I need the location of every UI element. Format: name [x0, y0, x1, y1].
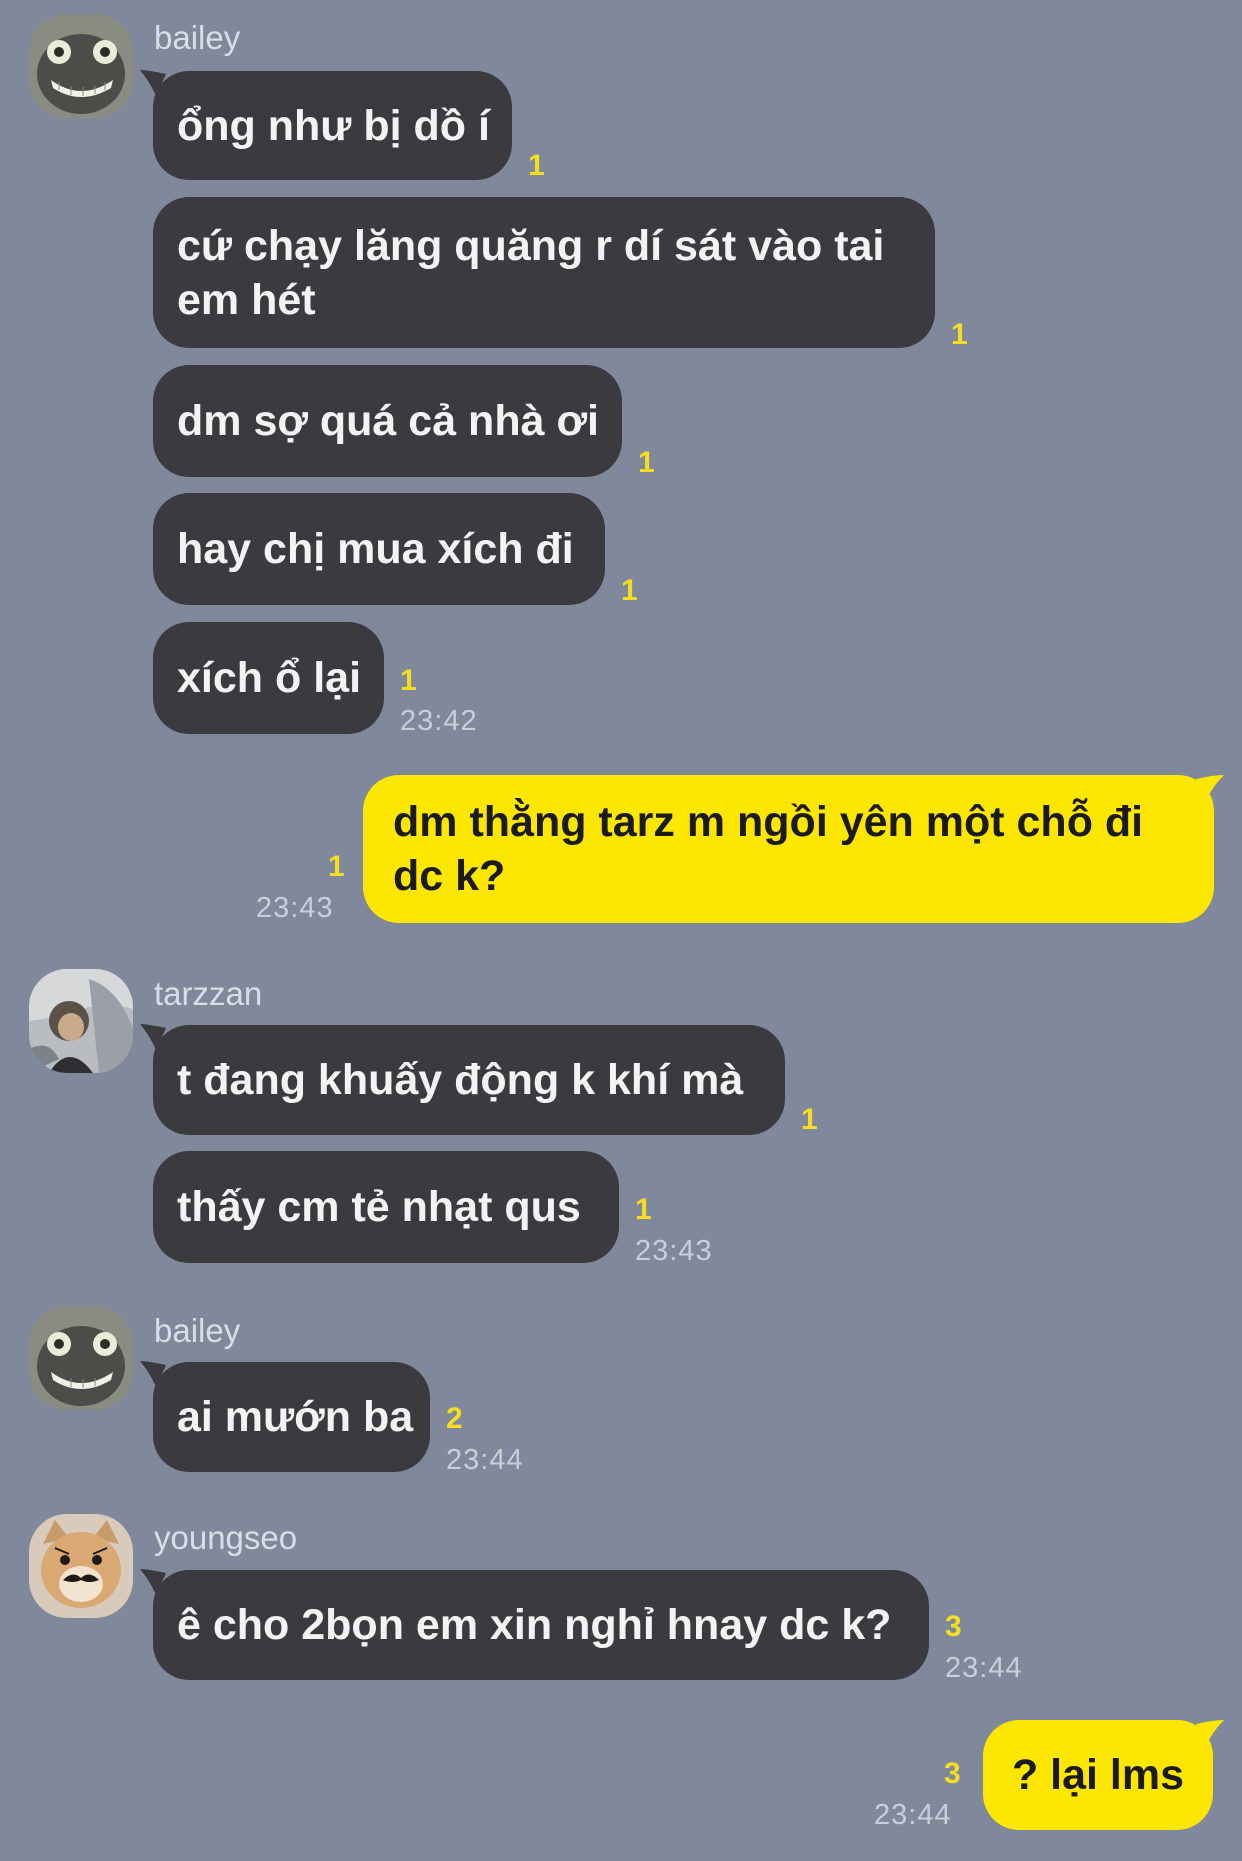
- message-text: dc k?: [393, 852, 506, 900]
- message-text: ? lại lms: [1011, 1751, 1185, 1799]
- message-bubble[interactable]: cứ chạy lăng quăng r dí sát vào tai em h…: [153, 197, 935, 348]
- message-text: ai mướn ba: [177, 1393, 414, 1441]
- message-text: ổng như bị dồ í: [177, 101, 490, 150]
- avatar-youngseo[interactable]: [29, 1514, 133, 1618]
- unread-count: 1: [400, 664, 417, 697]
- frog-face-avatar-icon: [29, 14, 133, 118]
- message-text: xích ổ lại: [177, 654, 362, 702]
- message-bubble-outgoing[interactable]: ? lại lms: [983, 1720, 1213, 1830]
- message-text: ê cho 2bọn em xin nghỉ hnay dc k?: [177, 1601, 892, 1649]
- message-bubble[interactable]: xích ổ lại: [153, 622, 384, 734]
- message-bubble[interactable]: ai mướn ba: [153, 1362, 430, 1472]
- bubble-tail: [1196, 775, 1224, 801]
- avatar-tarzzan[interactable]: [29, 969, 133, 1073]
- message-bubble[interactable]: ê cho 2bọn em xin nghỉ hnay dc k?: [153, 1570, 929, 1680]
- timestamp: 23:44: [945, 1652, 1023, 1684]
- sender-name: bailey: [154, 19, 241, 56]
- unread-count: 3: [945, 1610, 962, 1643]
- message-text: em hét: [177, 275, 316, 324]
- unread-count: 1: [635, 1193, 652, 1226]
- avatar-bailey[interactable]: [29, 14, 133, 118]
- sender-name: bailey: [154, 1312, 241, 1349]
- message-text: dm sợ quá cả nhà ơi: [177, 397, 599, 445]
- message-bubble[interactable]: hay chị mua xích đi: [153, 493, 605, 605]
- sender-name: youngseo: [154, 1519, 298, 1556]
- timestamp: 23:44: [446, 1444, 524, 1476]
- unread-count: 1: [801, 1103, 818, 1136]
- message-text: thấy cm tẻ nhạt qus: [177, 1183, 581, 1231]
- timestamp: 23:43: [256, 892, 334, 924]
- message-bubble[interactable]: ổng như bị dồ í: [153, 71, 512, 180]
- unread-count: 1: [621, 574, 638, 607]
- unread-count: 3: [944, 1757, 961, 1790]
- avatar-bailey[interactable]: [29, 1306, 133, 1410]
- person-photo-avatar-icon: [29, 969, 133, 1073]
- unread-count: 1: [951, 318, 968, 351]
- timestamp: 23:44: [874, 1799, 952, 1831]
- frog-face-avatar-icon: [29, 1306, 133, 1410]
- message-bubble-outgoing[interactable]: dm thằng tarz m ngồi yên một chỗ đi dc k…: [363, 775, 1214, 923]
- message-bubble[interactable]: thấy cm tẻ nhạt qus: [153, 1151, 619, 1263]
- unread-count: 2: [446, 1402, 463, 1435]
- mustache-cat-avatar-icon: [29, 1514, 133, 1618]
- message-text: cứ chạy lăng quăng r dí sát vào tai: [177, 221, 885, 270]
- unread-count: 1: [328, 850, 345, 883]
- message-text: dm thằng tarz m ngồi yên một chỗ đi: [393, 798, 1144, 846]
- sender-name: tarzzan: [154, 975, 263, 1012]
- bubble-tail: [1196, 1720, 1224, 1746]
- message-text: hay chị mua xích đi: [177, 525, 574, 573]
- message-text: t đang khuấy động k khí mà: [177, 1056, 744, 1104]
- unread-count: 1: [638, 446, 655, 479]
- timestamp: 23:43: [635, 1235, 713, 1267]
- unread-count: 1: [528, 149, 545, 182]
- timestamp: 23:42: [400, 705, 478, 737]
- message-bubble[interactable]: dm sợ quá cả nhà ơi: [153, 365, 622, 477]
- message-bubble[interactable]: t đang khuấy động k khí mà: [153, 1025, 785, 1135]
